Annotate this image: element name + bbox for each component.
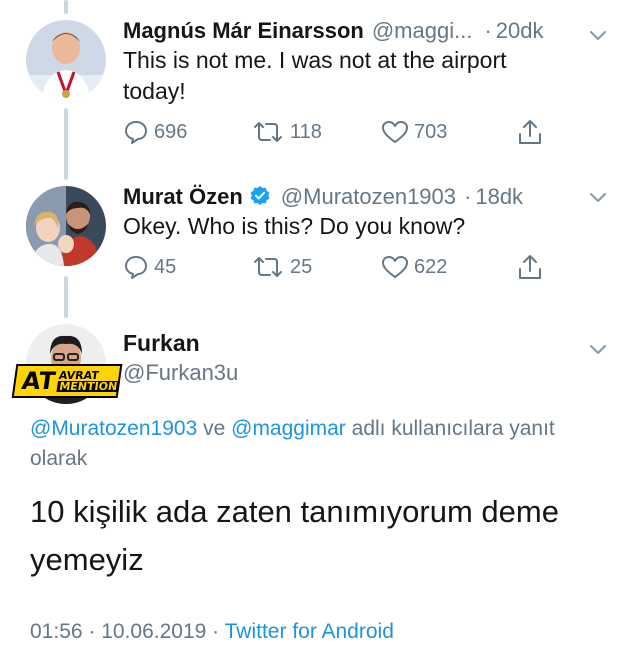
retweet-button[interactable]: 25: [251, 252, 381, 282]
handle[interactable]: @Furkan3u: [123, 360, 238, 386]
tweet-meta: 01:56 · 10.06.2019 · Twitter for Android: [30, 620, 394, 644]
retweet-icon: [254, 122, 282, 142]
verified-badge-icon: [250, 186, 270, 205]
time-separator: ·: [464, 184, 472, 209]
badge-at: AT: [20, 367, 58, 395]
retweet-count: 25: [290, 255, 313, 278]
time-separator: ·: [484, 18, 492, 43]
main-tweet-text: 10 kişilik ada zaten tanımıyorum deme ye…: [30, 494, 559, 577]
reply-connector: ve: [197, 417, 232, 440]
tweet-magnus[interactable]: Magnús Már Einarsson @maggi... · 20dk Th…: [0, 0, 635, 176]
display-name[interactable]: Furkan: [123, 330, 200, 357]
share-icon: [519, 255, 541, 279]
tweet-date[interactable]: 10.06.2019: [101, 620, 206, 643]
share-icon: [519, 120, 541, 144]
reply-to-context: @Muratozen1903 ve @maggimar adlı kullanı…: [30, 414, 610, 474]
retweet-icon: [254, 257, 282, 277]
reply-count: 45: [154, 255, 177, 278]
mention-link[interactable]: @maggimar: [231, 417, 346, 440]
retweet-count: 118: [290, 120, 322, 143]
timestamp[interactable]: 18dk: [475, 184, 523, 210]
reply-icon: [125, 121, 147, 144]
tweet-text: This is not me. I was not at the airport…: [123, 47, 507, 104]
avatar-murat[interactable]: [26, 186, 106, 266]
chevron-down-icon[interactable]: [587, 24, 609, 46]
share-button[interactable]: [517, 252, 543, 282]
like-count: 622: [414, 255, 448, 278]
chevron-down-icon[interactable]: [587, 186, 609, 208]
source-app-link[interactable]: Twitter for Android: [225, 620, 394, 643]
badge-mention: MENTION: [56, 380, 120, 393]
retweet-button[interactable]: 118: [251, 117, 381, 147]
share-button[interactable]: [517, 117, 543, 147]
timestamp[interactable]: 20dk: [496, 18, 544, 44]
chevron-down-icon[interactable]: [587, 338, 609, 360]
display-name[interactable]: Murat Özen: [123, 184, 243, 210]
heart-icon: [382, 121, 408, 143]
like-button[interactable]: 703: [381, 117, 517, 147]
mention-link[interactable]: @Muratozen1903: [30, 417, 197, 440]
meta-separator: ·: [82, 620, 102, 643]
like-count: 703: [414, 120, 448, 143]
reply-button[interactable]: 45: [123, 252, 251, 282]
reply-icon: [125, 256, 147, 279]
heart-icon: [382, 256, 408, 278]
tweet-murat[interactable]: Murat Özen @Muratozen1903 · 18dk Okey. W…: [0, 176, 635, 318]
reply-count: 696: [154, 120, 188, 143]
handle[interactable]: @Muratozen1903: [281, 184, 456, 210]
meta-separator: ·: [206, 620, 225, 643]
tweet-time[interactable]: 01:56: [30, 620, 83, 643]
avatar-badge: AT AVRAT MENTION: [11, 364, 123, 398]
tweet-text: Okey. Who is this? Do you know?: [123, 213, 466, 239]
display-name[interactable]: Magnús Már Einarsson: [123, 18, 364, 44]
like-button[interactable]: 622: [381, 252, 517, 282]
avatar-magnus[interactable]: [26, 20, 106, 100]
handle[interactable]: @maggi...: [372, 18, 473, 44]
reply-button[interactable]: 696: [123, 117, 251, 147]
